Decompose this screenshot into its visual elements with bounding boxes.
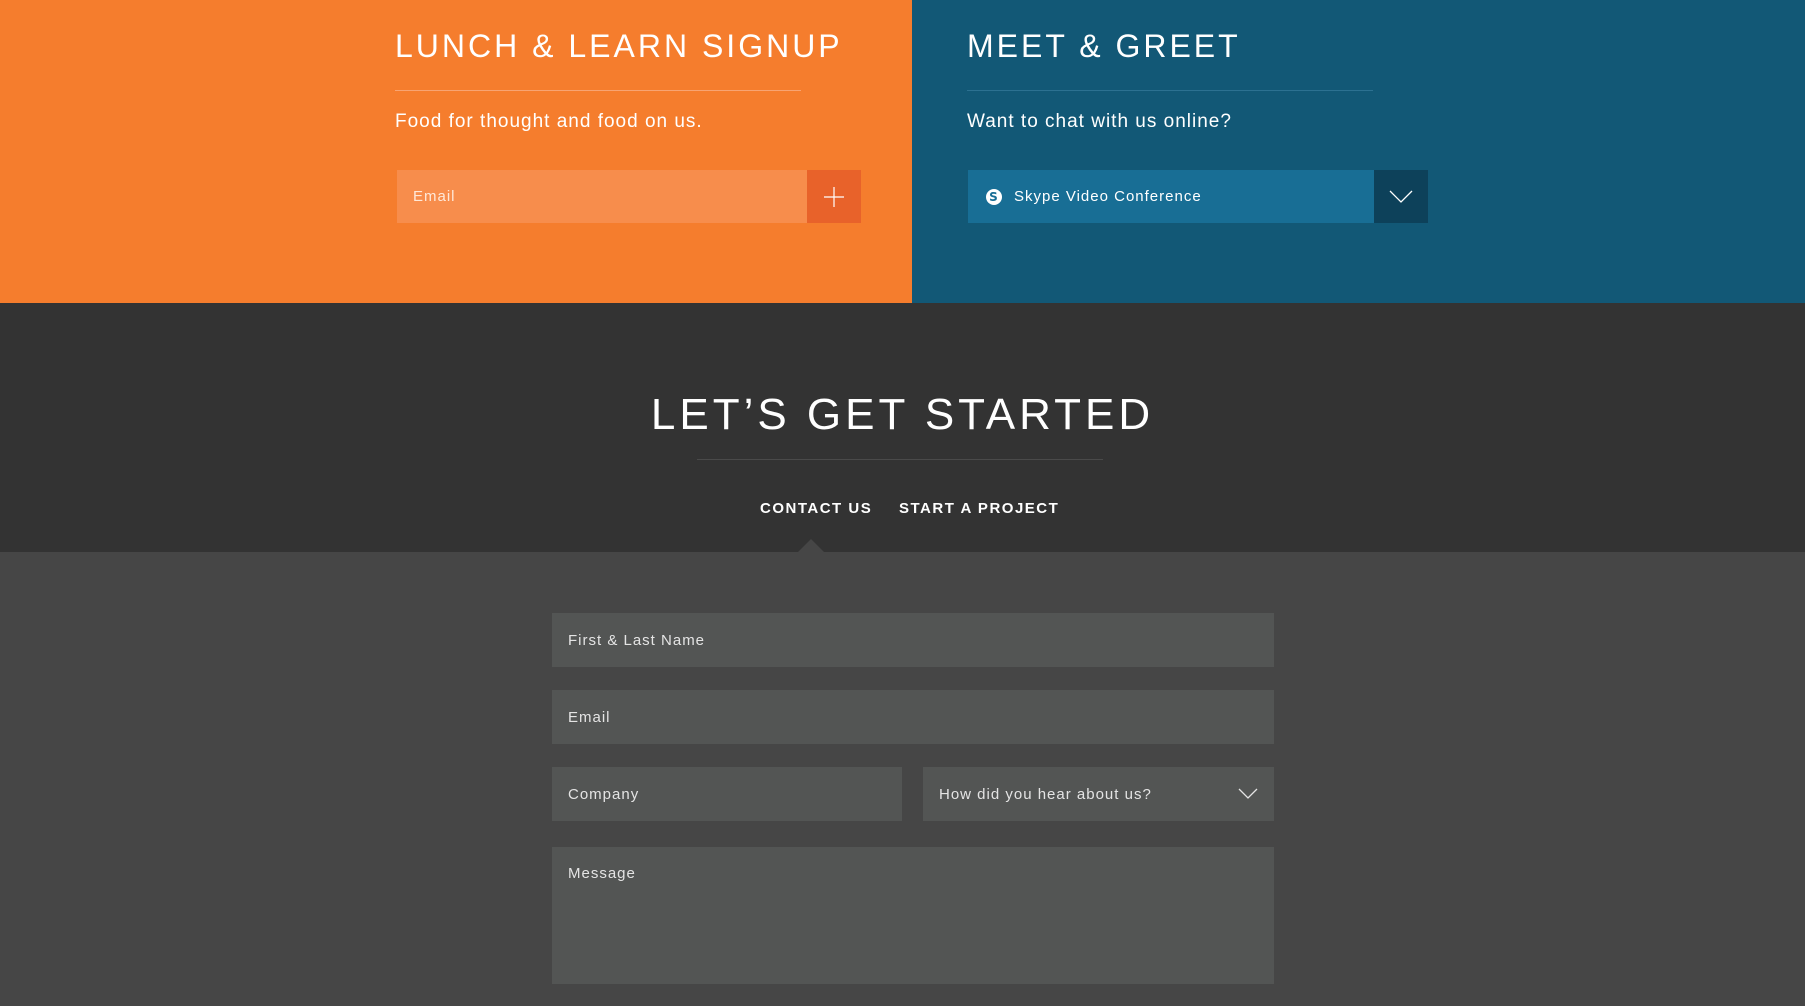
top-section: LUNCH & LEARN SIGNUP Food for thought an… <box>0 0 1805 303</box>
lunch-signup-button[interactable] <box>807 170 861 223</box>
chevron-down-icon <box>1389 190 1413 203</box>
conference-type-value: Skype Video Conference <box>1014 188 1202 205</box>
meet-title-divider <box>967 90 1373 91</box>
referral-select-label: How did you hear about us? <box>939 785 1152 803</box>
tab-contact-us[interactable]: CONTACT US <box>760 500 872 517</box>
skype-icon: S <box>986 188 1002 205</box>
lunch-title-divider <box>395 90 801 91</box>
conference-dropdown-button[interactable] <box>1374 170 1428 223</box>
conference-type-select[interactable]: S Skype Video Conference <box>968 170 1374 223</box>
active-tab-indicator <box>798 539 824 552</box>
meet-greet-subtitle: Want to chat with us online? <box>967 111 1232 132</box>
contact-form: How did you hear about us? <box>0 552 1805 1006</box>
lunch-email-input[interactable] <box>397 170 807 223</box>
get-started-divider <box>697 459 1103 460</box>
get-started-section: LET’S GET STARTED CONTACT US START A PRO… <box>0 303 1805 552</box>
referral-select[interactable]: How did you hear about us? <box>923 767 1274 821</box>
name-input[interactable] <box>552 613 1274 667</box>
lunch-learn-title: LUNCH & LEARN SIGNUP <box>395 28 843 64</box>
plus-icon <box>824 186 844 207</box>
chevron-down-icon <box>1238 788 1258 799</box>
lunch-learn-panel: LUNCH & LEARN SIGNUP Food for thought an… <box>0 0 912 303</box>
tab-start-project[interactable]: START A PROJECT <box>899 500 1059 517</box>
get-started-title: LET’S GET STARTED <box>650 390 1155 439</box>
meet-greet-title: MEET & GREET <box>967 28 1241 64</box>
email-input[interactable] <box>552 690 1274 744</box>
message-textarea[interactable] <box>552 847 1274 984</box>
company-input[interactable] <box>552 767 902 821</box>
lunch-learn-subtitle: Food for thought and food on us. <box>395 111 703 132</box>
meet-greet-panel: MEET & GREET Want to chat with us online… <box>912 0 1805 303</box>
